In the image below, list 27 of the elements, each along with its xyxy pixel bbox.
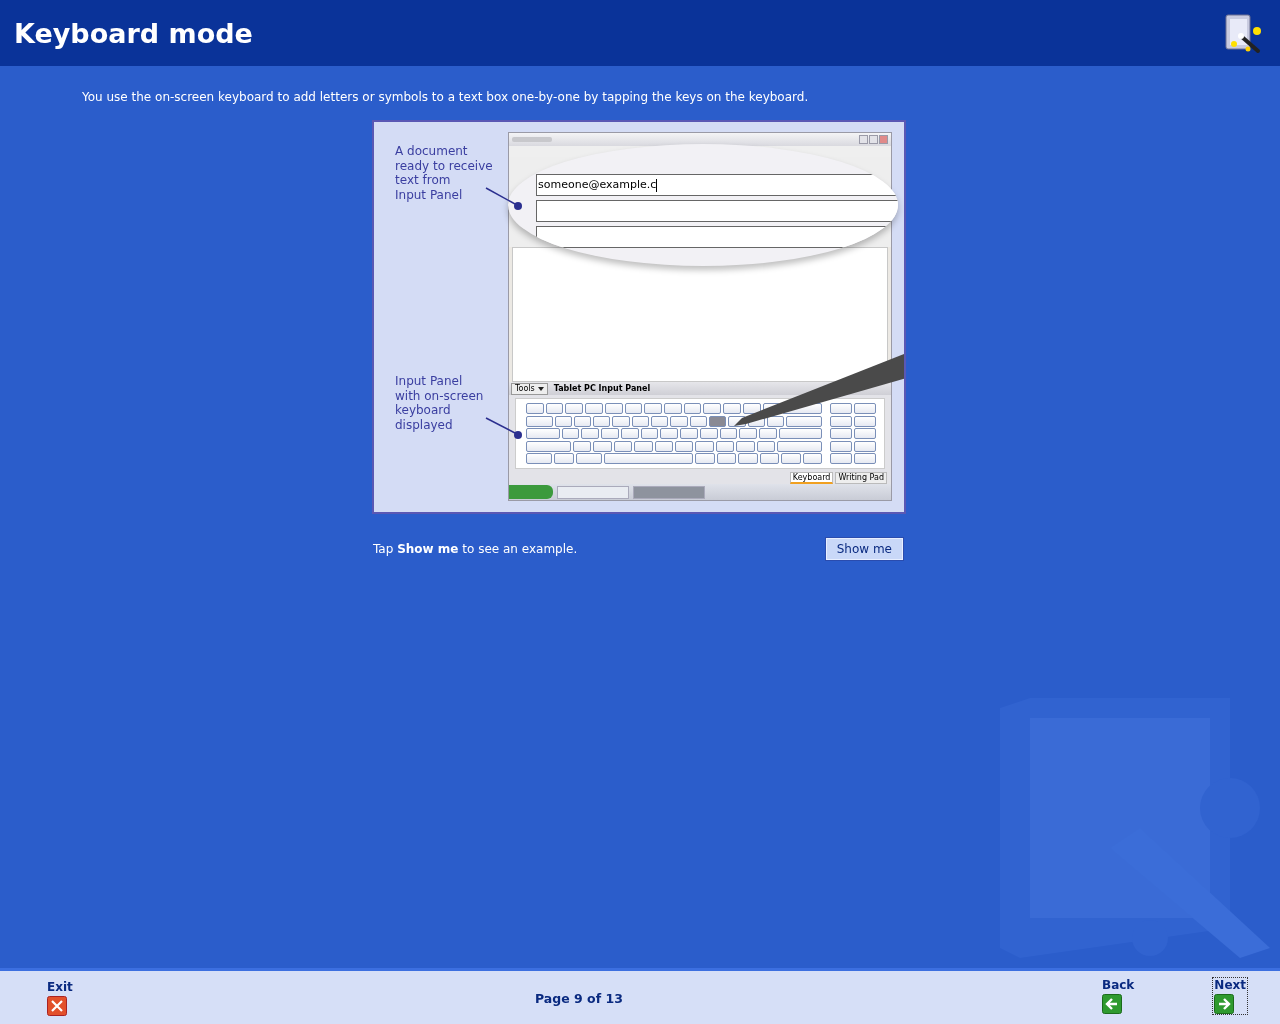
- page-indicator: Page 9 of 13: [535, 991, 623, 1006]
- callout-text: A document ready to receive text from Input Panel: [395, 144, 493, 202]
- tools-menu[interactable]: Tools: [511, 382, 548, 395]
- dropdown-arrow-icon: [537, 386, 544, 391]
- input-field[interactable]: [536, 200, 898, 222]
- show-me-button[interactable]: Show me: [825, 538, 903, 560]
- page-title: Keyboard mode: [14, 17, 253, 49]
- left-arrow-icon: [1102, 994, 1122, 1014]
- next-button[interactable]: Next: [1212, 977, 1248, 1015]
- input-field[interactable]: someone@example.c: [536, 174, 898, 196]
- maximize-icon: [869, 135, 878, 144]
- panel-tab[interactable]: Keyboard: [789, 472, 834, 484]
- leader-line: [485, 187, 522, 210]
- exit-button[interactable]: Exit: [45, 978, 75, 1017]
- instruction-text: Tap Show me to see an example.: [373, 542, 578, 556]
- panel-tab[interactable]: Writing Pad: [835, 472, 887, 484]
- close-icon: [47, 995, 67, 1016]
- leader-line: [485, 417, 522, 439]
- taskbar-button[interactable]: [633, 485, 705, 499]
- close-icon: [879, 135, 888, 144]
- panel-title: Tablet PC Input Panel: [553, 384, 651, 393]
- start-button[interactable]: [509, 485, 553, 499]
- callout-text: Input Panel with on-screen keyboard displayed: [395, 374, 484, 432]
- minimize-icon: [859, 135, 868, 144]
- back-button[interactable]: Back: [1100, 977, 1137, 1015]
- intro-text: You use the on-screen keyboard to add letters or symbols to a text box one-by-one by tapping the keys on the keyboard.: [82, 90, 810, 104]
- taskbar-button[interactable]: [557, 485, 629, 499]
